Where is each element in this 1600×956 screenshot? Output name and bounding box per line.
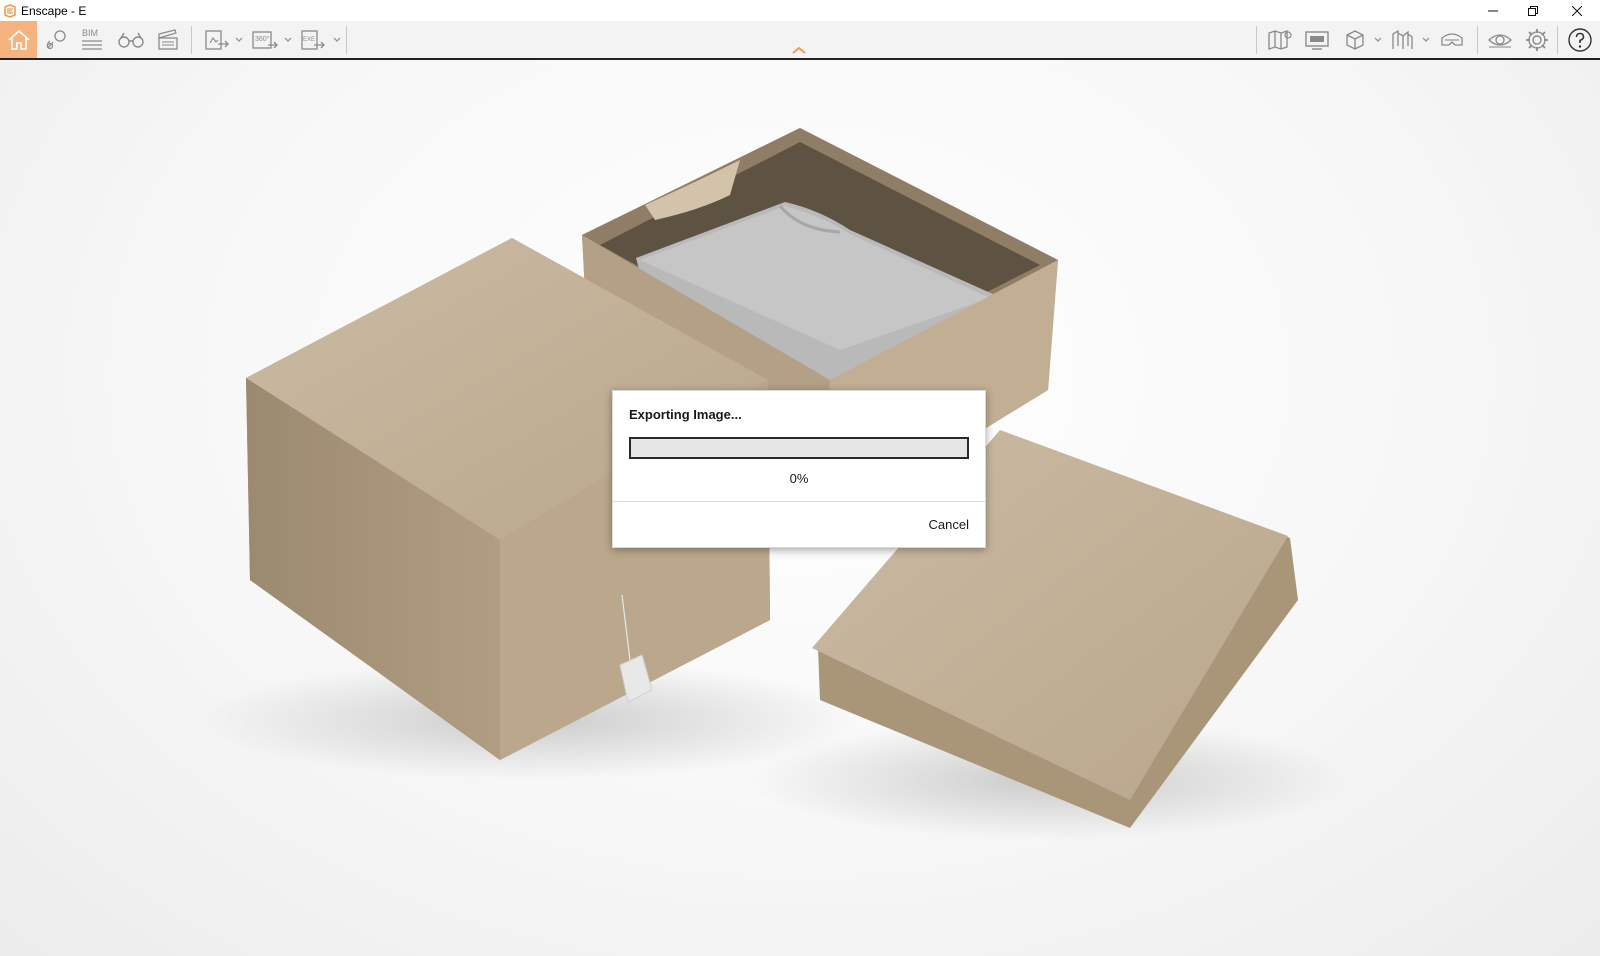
panorama-label: 360° [255, 35, 270, 43]
chevron-down-icon[interactable] [1422, 31, 1430, 47]
gear-icon [1526, 28, 1548, 51]
binoculars-icon [118, 32, 144, 48]
screenshot-export-icon [205, 29, 229, 50]
home-button[interactable] [0, 21, 37, 58]
cancel-button[interactable]: Cancel [929, 517, 969, 532]
settings-button[interactable] [1522, 21, 1552, 58]
toolbar-separator [1477, 26, 1478, 54]
toolbar-separator [1557, 26, 1558, 54]
exe-export-icon: EXE [301, 29, 325, 50]
clapperboard-icon [158, 28, 178, 50]
monitor-button[interactable] [1302, 21, 1332, 58]
views-button[interactable] [42, 21, 72, 58]
chevron-up-icon[interactable] [791, 45, 807, 55]
toolbar-separator [191, 26, 192, 54]
panorama-export-icon: 360° [252, 30, 278, 49]
panorama-button[interactable]: 360° [250, 21, 280, 58]
chevron-down-icon[interactable] [284, 31, 292, 47]
eye-icon [1488, 33, 1512, 48]
map-icon [1268, 29, 1292, 50]
visual-settings-button[interactable] [1484, 21, 1516, 58]
toolbar-separator [346, 26, 347, 54]
progress-bar [629, 437, 969, 459]
walk-mode-button[interactable] [116, 21, 146, 58]
help-button[interactable] [1565, 21, 1595, 58]
dialog-divider [613, 501, 985, 502]
close-button[interactable] [1554, 0, 1600, 21]
box-view-button[interactable] [1340, 21, 1370, 58]
enscape-logo-icon [4, 3, 16, 18]
dialog-title: Exporting Image... [629, 407, 742, 422]
chevron-down-icon[interactable] [235, 31, 243, 47]
vr-headset-icon [1441, 32, 1463, 46]
exe-export-button[interactable]: EXE [298, 21, 328, 58]
chevron-down-icon[interactable] [1374, 31, 1382, 47]
title-bar: Enscape - E [0, 0, 1600, 21]
exe-label: EXE [303, 37, 315, 43]
chevron-down-icon[interactable] [333, 31, 341, 47]
window-title: Enscape - E [21, 3, 87, 18]
toolbar-separator [1256, 26, 1257, 54]
vr-headset-button[interactable] [1437, 21, 1467, 58]
sketch-mode-button[interactable] [1388, 21, 1418, 58]
box-view-icon [1346, 29, 1364, 50]
bim-button[interactable]: BIM [78, 21, 108, 58]
restore-button[interactable] [1510, 0, 1556, 21]
bim-icon: BIM [82, 28, 102, 50]
main-toolbar: BIM 360° EXE [0, 21, 1600, 60]
monitor-icon [1305, 30, 1329, 50]
sketch-mode-icon [1392, 29, 1413, 49]
bim-label: BIM [82, 28, 98, 38]
restore-icon [1528, 5, 1538, 16]
location-pin-icon [46, 29, 66, 49]
minimize-icon [1488, 10, 1498, 11]
help-icon [1568, 27, 1592, 52]
screenshot-button[interactable] [202, 21, 232, 58]
map-button[interactable] [1265, 21, 1295, 58]
export-progress-dialog: Exporting Image... 0% Cancel [612, 390, 986, 548]
close-icon [1572, 5, 1582, 16]
progress-percentage: 0% [789, 471, 809, 486]
video-editor-button[interactable] [153, 21, 183, 58]
render-viewport[interactable]: Exporting Image... 0% Cancel [0, 60, 1600, 956]
home-icon [7, 29, 30, 50]
